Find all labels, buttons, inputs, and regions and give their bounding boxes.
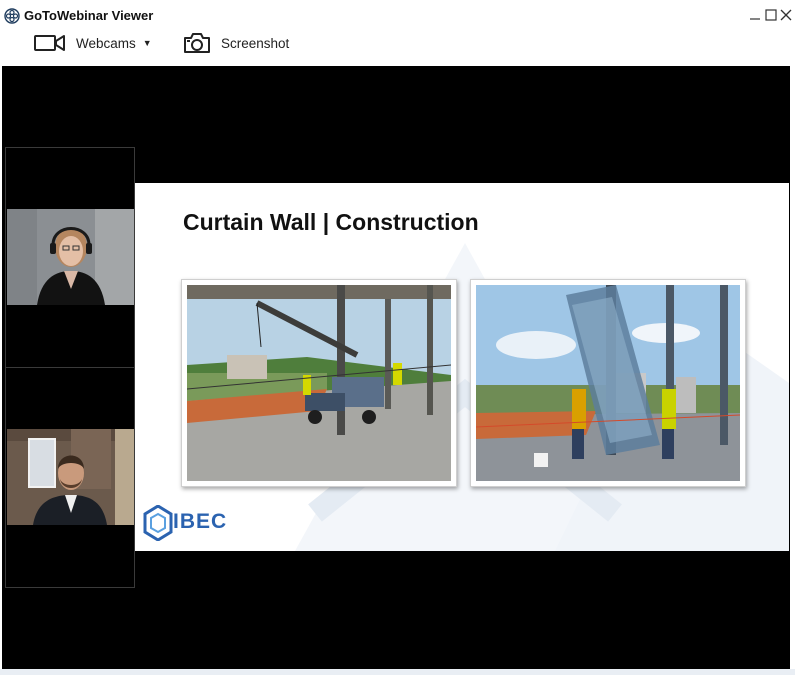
toolbar: Webcams ▼ Screenshot: [0, 28, 795, 62]
glass-panel-install-photo: [470, 279, 746, 487]
webcam-divider: [6, 367, 134, 368]
minimize-icon[interactable]: [748, 7, 762, 23]
bottom-edge: [0, 669, 795, 675]
gotowebinar-logo-icon: [4, 8, 20, 24]
camera-icon: [184, 33, 210, 53]
window-title: GoToWebinar Viewer: [24, 8, 154, 23]
webcam-panel: [5, 147, 135, 588]
chevron-down-icon: ▼: [142, 38, 152, 48]
hexagon-logo-icon: [143, 504, 173, 542]
logo-text: IBEC: [173, 510, 228, 533]
webcam-feed-presenter-2[interactable]: [7, 429, 134, 525]
webcam-feed-presenter-1[interactable]: [7, 209, 134, 305]
ibec-logo: IBEC: [143, 504, 243, 551]
presentation-stage: Curtain Wall | Construction IBEC: [2, 66, 790, 669]
screenshot-button[interactable]: Screenshot: [183, 28, 289, 58]
video-camera-icon: [34, 35, 65, 51]
webcams-label: Webcams: [76, 35, 136, 51]
title-bar: GoToWebinar Viewer: [0, 0, 795, 30]
close-icon[interactable]: [779, 7, 793, 23]
webcams-button[interactable]: Webcams ▼: [34, 28, 152, 58]
shared-slide: Curtain Wall | Construction IBEC: [135, 183, 789, 551]
slide-title: Curtain Wall | Construction: [183, 209, 479, 235]
maximize-icon[interactable]: [764, 7, 778, 23]
crane-install-photo: [181, 279, 457, 487]
screenshot-label: Screenshot: [221, 35, 290, 51]
